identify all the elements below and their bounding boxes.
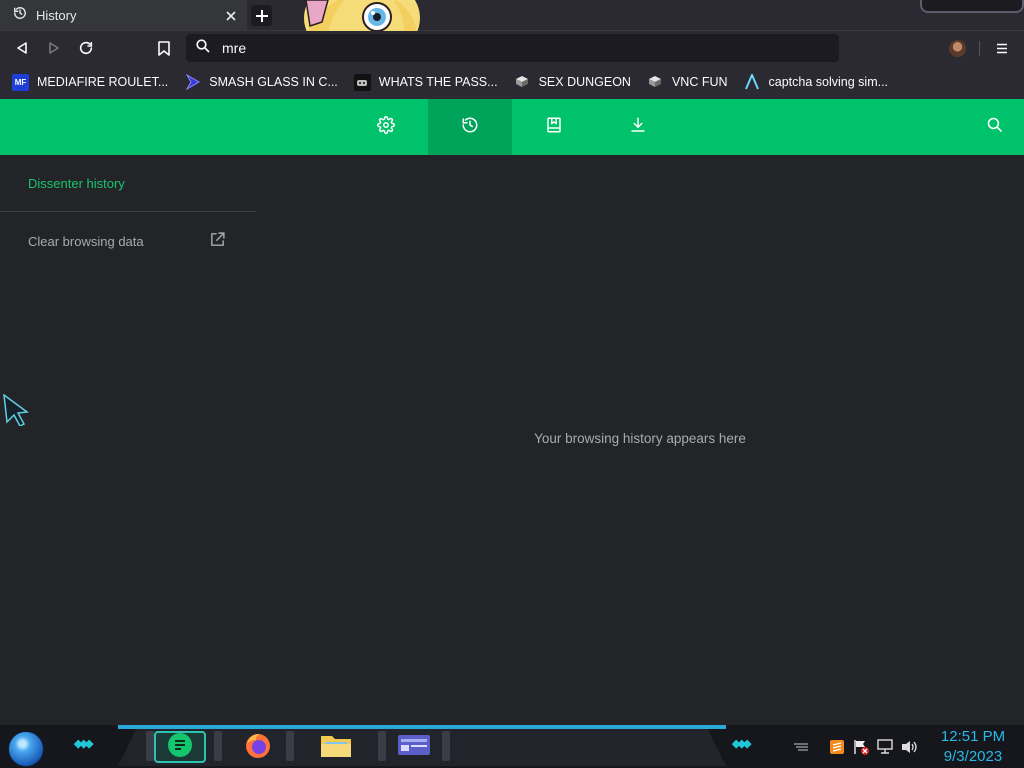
taskbar-app-window[interactable] <box>388 731 440 763</box>
sublime-icon[interactable] <box>826 736 848 758</box>
reload-button[interactable] <box>74 36 98 60</box>
forward-button[interactable] <box>42 36 66 60</box>
clock-time: 12:51 PM <box>940 728 1006 745</box>
bookmark-sex-dungeon[interactable]: SEX DUNGEON <box>514 74 631 91</box>
bookmarks-tab[interactable] <box>512 99 596 155</box>
search-icon <box>986 116 1003 138</box>
folder-icon <box>320 731 352 764</box>
bookmark-label: SMASH GLASS IN C... <box>209 75 338 89</box>
bookmark-label: SEX DUNGEON <box>538 75 631 89</box>
empty-history-message: Your browsing history appears here <box>534 431 746 446</box>
app-window-icon <box>397 733 431 762</box>
bookmark-book-icon <box>545 116 563 139</box>
chevron-bookmark-icon <box>184 74 201 91</box>
sidebar-divider <box>0 211 256 212</box>
history-sidebar: Dissenter history Clear browsing data <box>0 155 256 725</box>
taskbar-divider <box>378 731 386 761</box>
system-tray <box>790 735 922 759</box>
taskbar-divider <box>286 731 294 761</box>
bookmark-label: VNC FUN <box>671 75 728 89</box>
robot-icon <box>353 73 371 91</box>
volume-icon[interactable] <box>898 736 920 758</box>
show-desktop-icon[interactable] <box>790 736 812 758</box>
bookmark-label: WHATS THE PASS... <box>378 75 498 89</box>
tab-history[interactable]: History <box>0 0 247 31</box>
start-button[interactable] <box>8 731 44 767</box>
history-icon <box>13 6 27 25</box>
server-icon <box>647 74 664 91</box>
bookmark-smash-glass[interactable]: SMASH GLASS IN C... <box>184 74 338 91</box>
taskbar-divider <box>442 731 450 761</box>
menu-icon[interactable] <box>992 38 1012 58</box>
profile-avatar[interactable] <box>949 40 966 57</box>
clear-browsing-data-link[interactable]: Clear browsing data <box>28 230 226 252</box>
bookmark-label: MEDIAFIRE ROULET... <box>37 75 169 89</box>
taskbar-divider <box>146 731 154 761</box>
new-tab-button[interactable] <box>251 5 272 26</box>
external-link-icon <box>209 231 226 251</box>
tab-title: History <box>36 8 77 23</box>
action-center-flag-icon[interactable] <box>850 736 872 758</box>
taskbar-app-file-explorer[interactable] <box>310 731 362 763</box>
taskbar-app-firefox[interactable] <box>232 731 284 763</box>
bookmark-captcha[interactable]: captcha solving sim... <box>744 74 889 91</box>
address-input[interactable] <box>220 39 780 57</box>
taskbar-app-dissenter[interactable] <box>154 731 206 763</box>
navigation-bar <box>0 31 1024 65</box>
taskbar: ◆◆◆ ◆◆◆ 12:51 PM 9/3/2023 <box>0 725 1024 768</box>
bookmark-vnc-fun[interactable]: VNC FUN <box>647 74 728 91</box>
bookmark-icon[interactable] <box>152 36 176 60</box>
toolbar-divider <box>979 41 980 56</box>
history-header <box>0 99 1024 155</box>
mediafire-icon: MF <box>12 73 29 91</box>
firefox-icon <box>244 731 272 764</box>
back-button[interactable] <box>10 36 34 60</box>
chevron-decoration-icon: ◆◆◆ <box>732 738 751 750</box>
download-icon <box>629 116 647 139</box>
history-icon <box>461 116 479 139</box>
history-search-button[interactable] <box>972 99 1016 155</box>
bookmark-whats-the-pass[interactable]: WHATS THE PASS... <box>353 73 498 91</box>
taskbar-clock[interactable]: 12:51 PM 9/3/2023 <box>928 727 1018 767</box>
history-tab[interactable] <box>428 99 512 155</box>
network-icon[interactable] <box>874 736 896 758</box>
chat-app-icon <box>167 732 193 763</box>
caret-a-icon <box>744 74 761 91</box>
tab-strip: History <box>0 0 1024 31</box>
settings-tab[interactable] <box>344 99 428 155</box>
taskbar-accent-strip <box>118 725 726 729</box>
window-frame-decoration <box>920 0 1024 13</box>
mouse-cursor-icon <box>3 393 29 431</box>
bookmarks-toolbar: MF MEDIAFIRE ROULET... SMASH GLASS IN C.… <box>0 65 1024 99</box>
clear-browsing-data-label: Clear browsing data <box>28 233 144 249</box>
address-bar[interactable] <box>186 34 839 62</box>
sidebar-item-dissenter-history[interactable]: Dissenter history <box>28 176 125 191</box>
chevron-decoration-icon: ◆◆◆ <box>74 738 93 750</box>
downloads-tab[interactable] <box>596 99 680 155</box>
clock-date: 9/3/2023 <box>943 748 1003 765</box>
bookmark-label: captcha solving sim... <box>768 75 889 89</box>
gear-icon <box>377 115 395 139</box>
server-icon <box>514 74 531 91</box>
taskbar-divider <box>214 731 222 761</box>
search-icon <box>196 38 210 58</box>
close-tab-icon[interactable] <box>221 6 241 26</box>
bookmark-mediafire[interactable]: MF MEDIAFIRE ROULET... <box>12 73 169 91</box>
